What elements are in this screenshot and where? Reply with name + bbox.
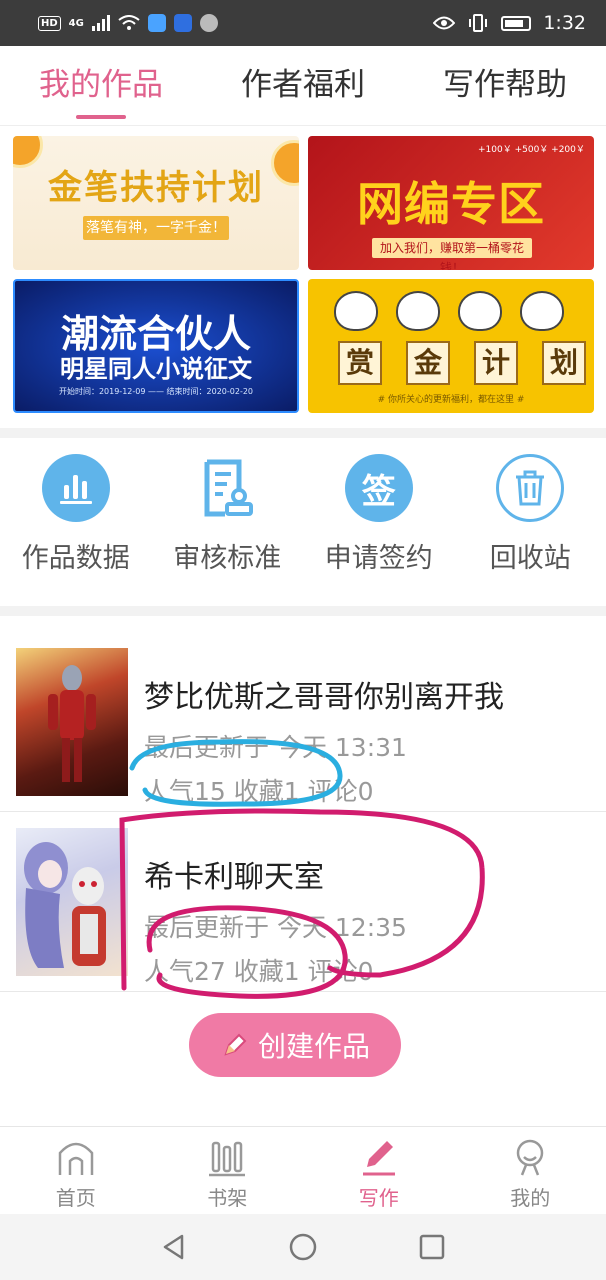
work-cover — [16, 648, 128, 796]
status-bar: HD 4G 1:32 — [0, 0, 606, 46]
nav-bookshelf[interactable]: 书架 — [152, 1127, 304, 1214]
hd-badge: HD — [38, 15, 61, 31]
sign-icon: 签 — [344, 454, 413, 522]
work-updated: 最后更新于 今天 13:31 — [144, 733, 407, 762]
tool-apply-contract[interactable]: 签 申请签约 — [303, 438, 455, 606]
nav-label: 首页 — [55, 1186, 96, 1210]
create-work-button[interactable]: 创建作品 — [189, 1013, 401, 1077]
profile-icon — [517, 1139, 544, 1176]
trash-icon — [496, 454, 565, 522]
home-icon — [58, 1142, 93, 1175]
banner-bounty-plan[interactable]: 赏 金 计 划 # 你所关心的更新福利，都在这里 # — [308, 279, 594, 413]
cat-illustrations — [334, 291, 564, 331]
work-title: 梦比优斯之哥哥你别离开我 — [144, 680, 504, 715]
cat-icon — [520, 291, 564, 331]
title-char: 金 — [406, 341, 450, 385]
battery-icon — [501, 15, 532, 31]
bottom-nav: 首页 书架 写作 我的 — [0, 1126, 606, 1214]
cat-icon — [334, 291, 378, 331]
banner-grid: 金笔扶持计划 落笔有神，一字千金！ +100￥ +500￥ +200￥ 网编专区… — [0, 126, 606, 426]
cat-icon — [458, 291, 502, 331]
banner-title: 赏 金 计 划 — [338, 341, 586, 385]
vibrate-icon — [469, 14, 488, 32]
list-item[interactable]: 梦比优斯之哥哥你别离开我 最后更新于 今天 13:31 人气15 收藏1 评论0 — [0, 632, 606, 812]
work-stats: 人气27 收藏1 评论0 — [144, 957, 374, 986]
banner-title: 金笔扶持计划 — [48, 168, 264, 208]
pen-icon — [362, 1141, 395, 1176]
banner-subtitle: 落笔有神，一字千金！ — [83, 216, 229, 240]
wechat-notification-icon — [199, 14, 218, 32]
back-icon[interactable] — [160, 1233, 188, 1261]
work-stats: 人气15 收藏1 评论0 — [144, 777, 374, 806]
banner-subtitle: 加入我们，赚取第一桶零花钱！ — [372, 238, 532, 270]
tool-recycle-bin[interactable]: 回收站 — [455, 438, 606, 606]
nav-label: 书架 — [207, 1186, 248, 1210]
home-button-icon[interactable] — [288, 1232, 318, 1262]
title-char: 计 — [474, 341, 518, 385]
tab-author-benefits[interactable]: 作者福利 — [202, 46, 404, 125]
banner-prices: +100￥ +500￥ +200￥ — [478, 145, 585, 155]
title-char: 赏 — [338, 341, 382, 385]
bar-chart-icon — [41, 454, 110, 522]
cat-icon — [396, 291, 440, 331]
baidu-notification-icon — [173, 14, 192, 32]
work-cover — [16, 828, 128, 976]
tool-label: 申请签约 — [324, 543, 433, 574]
tab-my-works[interactable]: 我的作品 — [0, 46, 202, 125]
work-updated: 最后更新于 今天 12:35 — [144, 913, 407, 942]
eye-icon — [433, 16, 456, 30]
app-notification-icon — [147, 14, 166, 32]
tool-review-standards[interactable]: 审核标准 — [152, 438, 304, 606]
list-item[interactable]: 希卡利聊天室 最后更新于 今天 12:35 人气27 收藏1 评论0 — [0, 812, 606, 992]
tool-label: 回收站 — [489, 543, 571, 574]
tool-label: 审核标准 — [173, 543, 282, 574]
tool-works-data[interactable]: 作品数据 — [0, 438, 152, 606]
section-divider — [0, 428, 606, 438]
banner-note: # 你所关心的更新福利，都在这里 # — [377, 395, 525, 405]
tool-row: 作品数据 审核标准 签 申请签约 回收站 — [0, 438, 606, 606]
clock: 1:32 — [543, 12, 586, 34]
bookshelf-icon — [209, 1141, 246, 1177]
top-tabs: 我的作品 作者福利 写作帮助 — [0, 46, 606, 126]
system-nav-bar — [0, 1214, 606, 1280]
banner-dates: 开始时间：2019-12-09 —— 结束时间：2020-02-20 — [58, 387, 254, 396]
network-label: 4G — [68, 17, 84, 29]
tool-label: 作品数据 — [21, 543, 130, 574]
nav-write[interactable]: 写作 — [303, 1127, 455, 1214]
nav-home[interactable]: 首页 — [0, 1127, 152, 1214]
pencil-icon — [224, 1033, 247, 1056]
nav-label: 写作 — [358, 1186, 399, 1210]
signal-icon — [91, 15, 110, 31]
banner-trend-partner[interactable]: 潮流合伙人 明星同人小说征文 开始时间：2019-12-09 —— 结束时间：2… — [13, 279, 299, 413]
banner-title: 网编专区 — [357, 177, 545, 231]
banner-editor-zone[interactable]: +100￥ +500￥ +200￥ 网编专区 加入我们，赚取第一桶零花钱！ — [308, 136, 594, 270]
section-divider — [0, 606, 606, 616]
banner-subtitle: 明星同人小说征文 — [60, 355, 252, 383]
nav-mine[interactable]: 我的 — [455, 1127, 606, 1214]
create-work-label: 创建作品 — [257, 1030, 370, 1063]
wifi-icon — [118, 15, 140, 30]
title-char: 划 — [542, 341, 586, 385]
tab-writing-help[interactable]: 写作帮助 — [404, 46, 606, 125]
banner-golden-pen[interactable]: 金笔扶持计划 落笔有神，一字千金！ — [13, 136, 299, 270]
nav-label: 我的 — [510, 1186, 551, 1210]
document-stamp-icon — [193, 454, 261, 522]
recents-icon[interactable] — [418, 1233, 446, 1261]
work-title: 希卡利聊天室 — [144, 860, 324, 895]
